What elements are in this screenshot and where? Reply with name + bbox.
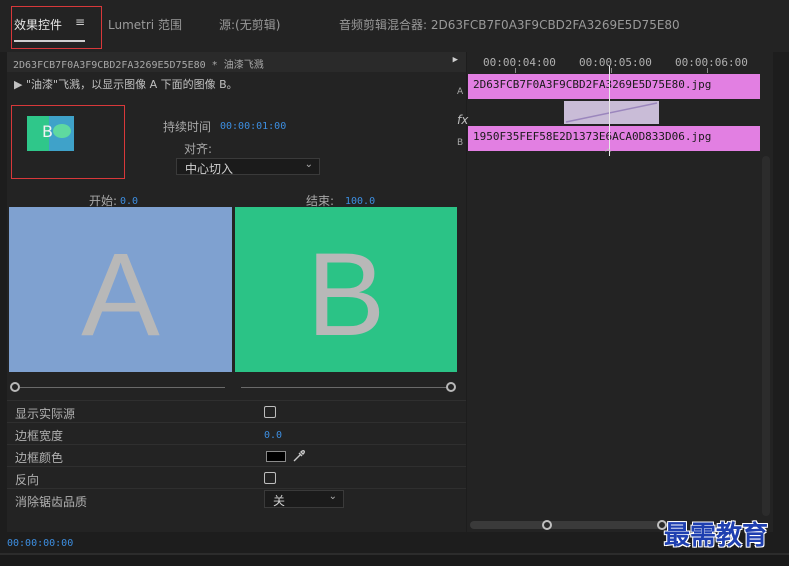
chevron-down-icon: ⌄ [304, 159, 313, 170]
alignment-select-value: 中心切入 [185, 162, 234, 176]
border-width-label: 边框宽度 [15, 429, 64, 443]
highlight-box-tab [11, 6, 102, 49]
vertical-scrollbar[interactable] [762, 156, 770, 516]
transition-timeline-panel [467, 52, 773, 532]
track-a-letter: A [457, 87, 464, 97]
bottom-panel-strip [0, 553, 789, 566]
antialias-select[interactable]: 关 ⌄ [264, 490, 344, 508]
preview-a: A [9, 207, 232, 372]
show-source-checkbox[interactable] [264, 406, 276, 418]
transition-description: ▶ "油漆"飞溅，以显示图像 A 下面的图像 B。 [14, 78, 238, 91]
reverse-checkbox[interactable] [264, 472, 276, 484]
ruler-label-3: 00:00:06:00 [675, 56, 748, 69]
reverse-label: 反向 [15, 473, 40, 487]
border-color-swatch[interactable] [266, 451, 286, 462]
clip-header-text: 2D63FCB7F0A3F9CBD2FA3269E5D75E80 * 油漆飞溅 [13, 60, 264, 71]
border-color-label: 边框颜色 [15, 451, 64, 465]
preview-a-letter: A [81, 229, 160, 361]
show-source-label: 显示实际源 [15, 407, 76, 421]
antialias-label: 消除锯齿品质 [15, 495, 88, 509]
transition-block[interactable] [564, 101, 659, 124]
fx-icon[interactable]: fx [457, 113, 468, 127]
tab-source[interactable]: 源:(无剪辑) [219, 16, 280, 33]
panel-tab-bar: 效果控件 ≡ Lumetri 范围 源:(无剪辑) 音频剪辑混合器: 2D63F… [0, 0, 789, 52]
alignment-select[interactable]: 中心切入 ⌄ [176, 158, 320, 176]
chevron-down-icon: ⌄ [328, 491, 337, 502]
end-slider-knob[interactable] [446, 382, 456, 392]
zoom-scroll-left-handle[interactable] [542, 520, 552, 530]
ruler-tick [611, 68, 612, 73]
clip-b[interactable]: 1950F35FEF58E2D1373E6ACA0D833D06.jpg [468, 126, 760, 151]
start-slider-track[interactable] [20, 387, 225, 388]
zoom-scrollbar[interactable] [470, 521, 666, 529]
playhead[interactable] [609, 66, 610, 156]
tab-lumetri-scopes[interactable]: Lumetri 范围 [108, 16, 182, 33]
antialias-select-value: 关 [273, 494, 286, 508]
setting-row-border-width: 边框宽度 0.0 [7, 422, 466, 444]
track-b-letter: B [457, 138, 464, 148]
start-slider-knob[interactable] [10, 382, 20, 392]
transition-diagonal-icon [565, 102, 658, 123]
start-value[interactable]: 0.0 [120, 196, 138, 207]
preview-b-letter: B [306, 229, 386, 361]
playhead-handle-icon[interactable]: ^ [604, 148, 612, 159]
thumb-letter: B [42, 122, 53, 141]
eyedropper-icon[interactable] [292, 449, 306, 463]
duration-value[interactable]: 00:00:01:00 [220, 121, 286, 132]
preview-b: B [235, 207, 457, 372]
ruler-tick [515, 68, 516, 73]
setting-row-show-source: 显示实际源 [7, 400, 466, 422]
ruler-label-1: 00:00:04:00 [483, 56, 556, 69]
transition-thumbnail[interactable]: B [27, 116, 74, 151]
play-arrow-icon[interactable]: ▶ [453, 55, 458, 65]
tab-audio-clip-mixer[interactable]: 音频剪辑混合器: 2D63FCB7F0A3F9CBD2FA3269E5D75E8… [339, 16, 680, 33]
clip-header: 2D63FCB7F0A3F9CBD2FA3269E5D75E80 * 油漆飞溅 … [7, 52, 466, 72]
ruler-label-2: 00:00:05:00 [579, 56, 652, 69]
end-slider-track[interactable] [241, 387, 447, 388]
clip-a[interactable]: 2D63FCB7F0A3F9CBD2FA3269E5D75E80.jpg [468, 74, 760, 99]
setting-row-reverse: 反向 [7, 466, 466, 488]
current-time-display[interactable]: 00:00:00:00 [7, 538, 73, 549]
thumb-splash [53, 124, 71, 138]
alignment-label: 对齐: [184, 142, 213, 156]
setting-row-border-color: 边框颜色 [7, 444, 466, 466]
border-width-value[interactable]: 0.0 [264, 430, 282, 441]
setting-row-antialias: 消除锯齿品质 关 ⌄ [7, 488, 466, 510]
end-value[interactable]: 100.0 [345, 196, 375, 207]
ruler-tick [707, 68, 708, 73]
duration-label: 持续时间 [163, 120, 212, 134]
watermark: 最需教育 [664, 521, 769, 551]
